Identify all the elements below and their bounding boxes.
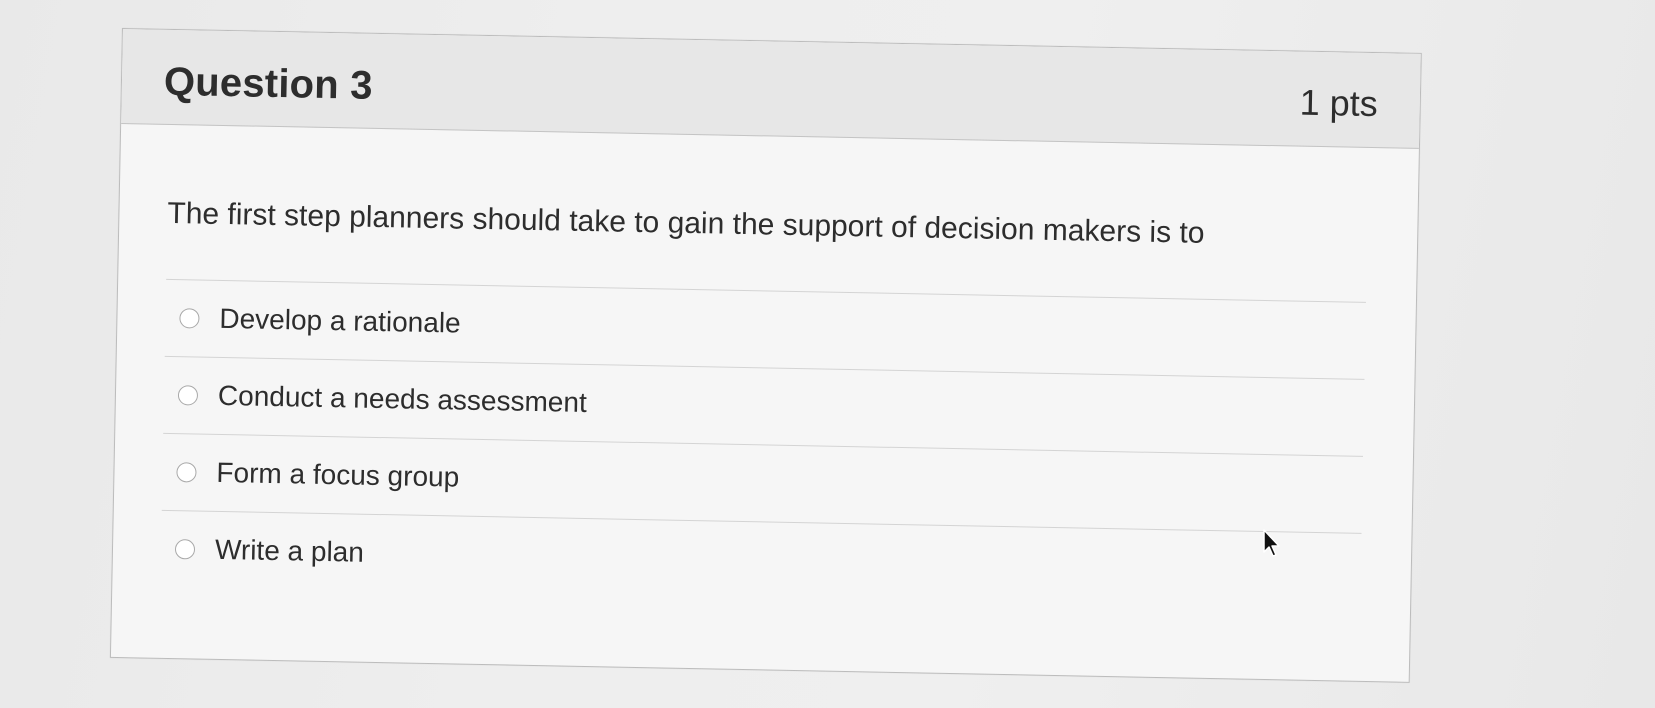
question-title: Question 3 — [163, 59, 374, 108]
answer-label: Conduct a needs assessment — [217, 379, 588, 418]
radio-button[interactable] — [177, 385, 199, 406]
radio-button[interactable] — [174, 539, 196, 560]
radio-button[interactable] — [179, 308, 200, 329]
question-points: 1 pts — [1299, 81, 1379, 125]
radio-button[interactable] — [176, 462, 197, 483]
answer-list: Develop a rationale Conduct a needs asse… — [160, 279, 1366, 610]
mouse-pointer-icon — [1263, 529, 1280, 557]
answer-label: Form a focus group — [216, 456, 460, 493]
question-body: The first step planners should take to g… — [112, 124, 1419, 611]
answer-label: Develop a rationale — [219, 302, 461, 339]
question-card: Question 3 1 pts The first step planners… — [109, 28, 1422, 683]
answer-label: Write a plan — [214, 533, 365, 568]
